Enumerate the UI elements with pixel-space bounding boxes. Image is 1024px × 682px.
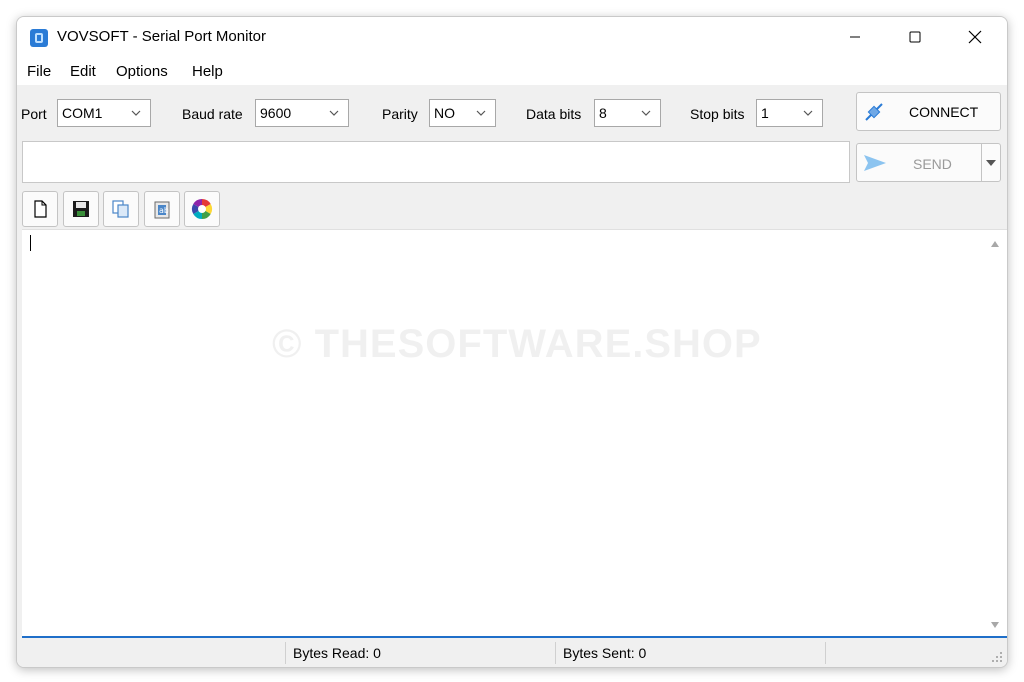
maximize-button[interactable]: [885, 17, 945, 57]
status-bar: Bytes Read: 0 Bytes Sent: 0: [17, 638, 1007, 667]
paste-icon: ab: [154, 201, 170, 219]
status-separator: [555, 642, 556, 664]
menu-help[interactable]: Help: [192, 63, 223, 80]
close-icon: [968, 30, 982, 44]
port-value: COM1: [62, 105, 103, 121]
bytes-sent-status: Bytes Sent: 0: [563, 645, 647, 661]
baud-rate-label: Baud rate: [182, 106, 243, 122]
new-button[interactable]: [22, 191, 58, 227]
send-input[interactable]: [22, 141, 850, 183]
data-bits-value: 8: [599, 105, 607, 121]
copy-icon: [112, 200, 129, 218]
stop-bits-select[interactable]: 1: [756, 99, 823, 127]
color-palette-icon: [191, 198, 213, 220]
connect-label: CONNECT: [909, 104, 979, 120]
watermark: © THESOFTWARE.SHOP: [272, 322, 762, 366]
plug-icon: [865, 103, 883, 121]
maximize-icon: [909, 31, 921, 43]
data-bits-select[interactable]: 8: [594, 99, 661, 127]
port-select[interactable]: COM1: [57, 99, 151, 127]
baud-rate-value: 9600: [260, 105, 292, 121]
terminal-output[interactable]: © THESOFTWARE.SHOP: [22, 229, 1007, 638]
stop-bits-label: Stop bits: [690, 106, 745, 122]
title-bar: VOVSOFT - Serial Port Monitor: [17, 17, 1007, 57]
menu-file[interactable]: File: [27, 63, 51, 80]
new-document-icon: [34, 200, 47, 218]
chevron-down-icon: [641, 110, 651, 116]
copy-button[interactable]: [103, 191, 139, 227]
text-cursor: [30, 235, 31, 251]
connect-button[interactable]: CONNECT: [856, 92, 1001, 131]
scroll-up-arrow-icon[interactable]: [990, 240, 1000, 248]
data-bits-label: Data bits: [526, 106, 582, 122]
status-separator: [825, 642, 826, 664]
dropdown-arrow-icon[interactable]: [985, 158, 997, 168]
parity-select[interactable]: NO: [429, 99, 496, 127]
menu-options[interactable]: Options: [116, 63, 168, 80]
svg-text:ab: ab: [159, 206, 169, 215]
port-label: Port: [21, 106, 47, 122]
color-button[interactable]: [184, 191, 220, 227]
chevron-down-icon: [131, 110, 141, 116]
save-button[interactable]: [63, 191, 99, 227]
chevron-down-icon: [803, 110, 813, 116]
save-icon: [73, 201, 89, 217]
app-icon: [30, 29, 48, 47]
menu-edit[interactable]: Edit: [70, 63, 96, 80]
minimize-icon: [850, 36, 860, 38]
chevron-down-icon: [329, 110, 339, 116]
send-label: SEND: [913, 156, 952, 172]
bytes-read-status: Bytes Read: 0: [293, 645, 381, 661]
paste-button[interactable]: ab: [144, 191, 180, 227]
send-button[interactable]: SEND: [856, 143, 1001, 182]
status-separator: [285, 642, 286, 664]
scroll-down-arrow-icon[interactable]: [990, 621, 1000, 629]
parity-value: NO: [434, 105, 455, 121]
send-arrow-icon: [864, 155, 886, 171]
vertical-scrollbar[interactable]: [983, 230, 1007, 638]
stop-bits-value: 1: [761, 105, 769, 121]
parity-label: Parity: [382, 106, 418, 122]
window-title: VOVSOFT - Serial Port Monitor: [57, 28, 266, 45]
app-window: VOVSOFT - Serial Port Monitor File Edit …: [16, 16, 1008, 668]
send-split-divider: [981, 144, 982, 181]
menu-bar: File Edit Options Help: [17, 57, 1007, 85]
chevron-down-icon: [476, 110, 486, 116]
baud-rate-select[interactable]: 9600: [255, 99, 349, 127]
minimize-button[interactable]: [825, 17, 885, 57]
resize-grip-icon[interactable]: [991, 651, 1003, 663]
close-button[interactable]: [945, 17, 1005, 57]
